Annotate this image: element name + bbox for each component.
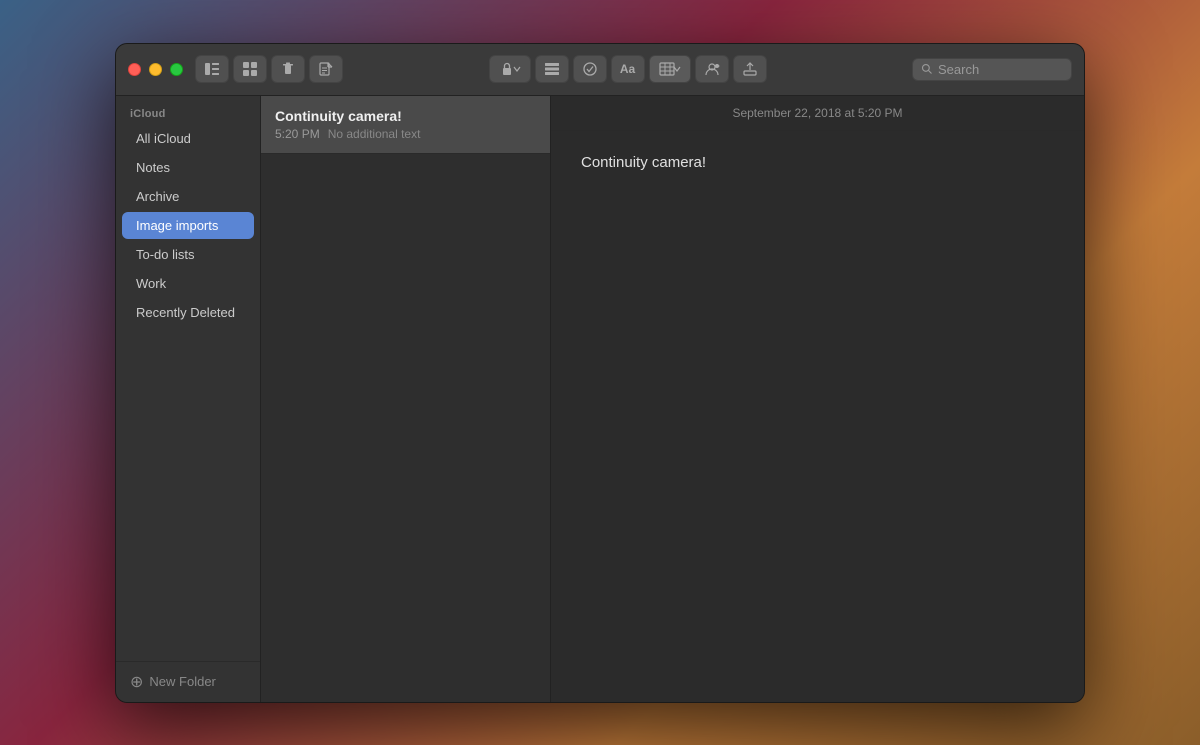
app-window: Aa: [115, 43, 1085, 703]
check-icon: [582, 61, 598, 77]
search-box[interactable]: [912, 58, 1072, 81]
sidebar-item-to-do-lists[interactable]: To-do lists: [122, 241, 254, 268]
note-title: Continuity camera!: [275, 108, 536, 124]
format-button[interactable]: Aa: [611, 55, 645, 83]
note-date-header: September 22, 2018 at 5:20 PM: [551, 96, 1084, 131]
share-contact-icon: [704, 61, 720, 77]
list-icon: [544, 61, 560, 77]
sidebar-item-archive[interactable]: Archive: [122, 183, 254, 210]
note-item[interactable]: Continuity camera! 5:20 PM No additional…: [261, 96, 550, 154]
sidebar-item-all-icloud[interactable]: All iCloud: [122, 125, 254, 152]
format-label: Aa: [620, 62, 635, 76]
sidebar-label-archive: Archive: [136, 189, 179, 204]
sidebar-icon: [204, 61, 220, 77]
compose-button[interactable]: [309, 55, 343, 83]
note-preview: No additional text: [328, 127, 421, 141]
toolbar: Aa: [195, 55, 1072, 83]
minimize-button[interactable]: [149, 63, 162, 76]
note-time: 5:20 PM: [275, 127, 320, 141]
list-view-button[interactable]: [535, 55, 569, 83]
sidebar-label-notes: Notes: [136, 160, 170, 175]
sidebar-label-image-imports: Image imports: [136, 218, 218, 233]
sidebar-toggle-button[interactable]: [195, 55, 229, 83]
notes-list: Continuity camera! 5:20 PM No additional…: [261, 96, 551, 702]
share-contact-button[interactable]: [695, 55, 729, 83]
maximize-button[interactable]: [170, 63, 183, 76]
titlebar: Aa: [116, 44, 1084, 96]
toolbar-right: [912, 58, 1072, 81]
note-content-text: Continuity camera!: [581, 154, 706, 171]
sidebar-item-notes[interactable]: Notes: [122, 154, 254, 181]
lock-button[interactable]: [489, 55, 531, 83]
toolbar-center: Aa: [489, 55, 767, 83]
plus-icon: ⊕: [130, 672, 143, 692]
sidebar-label-to-do-lists: To-do lists: [136, 247, 195, 262]
sidebar-item-recently-deleted[interactable]: Recently Deleted: [122, 299, 254, 326]
note-editor: September 22, 2018 at 5:20 PM Continuity…: [551, 96, 1084, 702]
note-meta: 5:20 PM No additional text: [275, 127, 536, 141]
chevron-down-icon: [513, 65, 521, 73]
note-content[interactable]: Continuity camera!: [551, 131, 1084, 702]
grid-view-button[interactable]: [233, 55, 267, 83]
sidebar: iCloud All iCloud Notes Archive Image im…: [116, 96, 261, 702]
compose-icon: [318, 61, 334, 77]
trash-icon: [280, 61, 296, 77]
sidebar-label-work: Work: [136, 276, 166, 291]
delete-button[interactable]: [271, 55, 305, 83]
sidebar-label-all-icloud: All iCloud: [136, 131, 191, 146]
search-input[interactable]: [938, 62, 1063, 77]
new-folder-label: New Folder: [149, 674, 215, 689]
grid-icon: [242, 61, 258, 77]
sidebar-label-recently-deleted: Recently Deleted: [136, 305, 235, 320]
main-content: iCloud All iCloud Notes Archive Image im…: [116, 96, 1084, 702]
new-folder-button[interactable]: ⊕ New Folder: [116, 661, 260, 702]
checklist-button[interactable]: [573, 55, 607, 83]
search-icon: [921, 63, 933, 75]
close-button[interactable]: [128, 63, 141, 76]
sidebar-section-label: iCloud: [116, 96, 260, 124]
table-button[interactable]: [649, 55, 691, 83]
table-chevron-icon: [673, 65, 681, 73]
traffic-lights: [128, 63, 183, 76]
export-button[interactable]: [733, 55, 767, 83]
sidebar-item-image-imports[interactable]: Image imports: [122, 212, 254, 239]
export-icon: [742, 61, 758, 77]
sidebar-item-work[interactable]: Work: [122, 270, 254, 297]
